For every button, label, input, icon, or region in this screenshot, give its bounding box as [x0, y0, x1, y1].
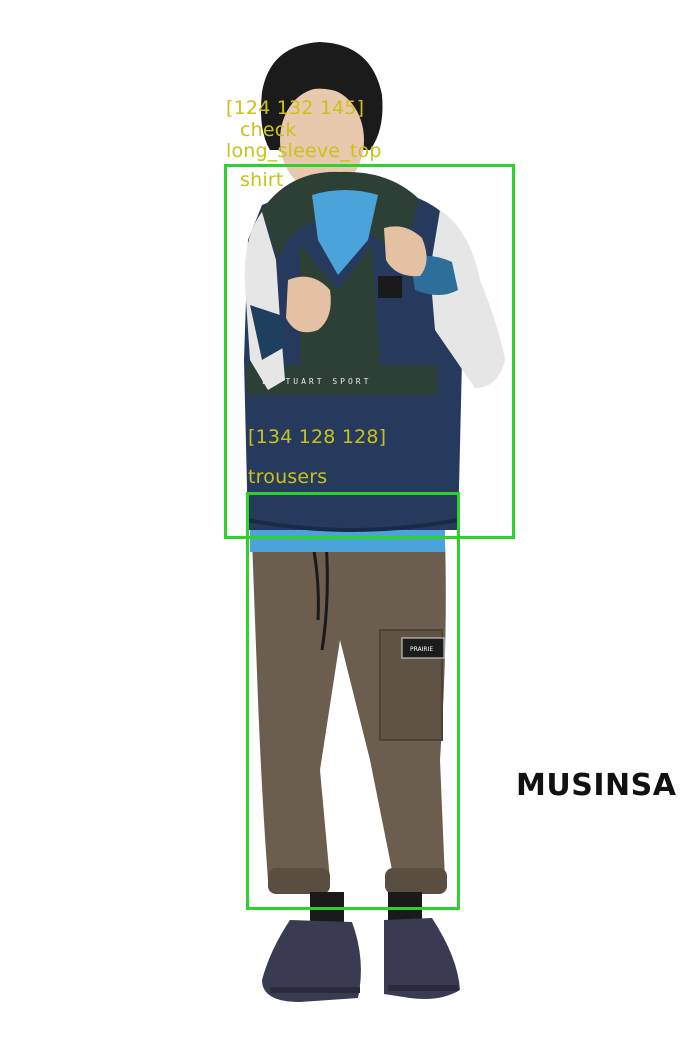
detection-top-color-label: [124 132 145] [226, 97, 365, 119]
detection-box-bottom [246, 492, 460, 910]
detection-top-label-1: check [240, 119, 297, 141]
brand-watermark: MUSINSA [516, 768, 677, 803]
detection-top-label-2: long_sleeve_top [226, 140, 382, 162]
detection-bottom-label-1: trousers [248, 466, 328, 488]
detection-top-label-3: shirt [240, 169, 284, 191]
photo-stage: PRAIRIE LE TUART SPORT [124 132 145] che… [0, 0, 700, 1050]
detection-bottom-color-label: [134 128 128] [248, 426, 387, 448]
